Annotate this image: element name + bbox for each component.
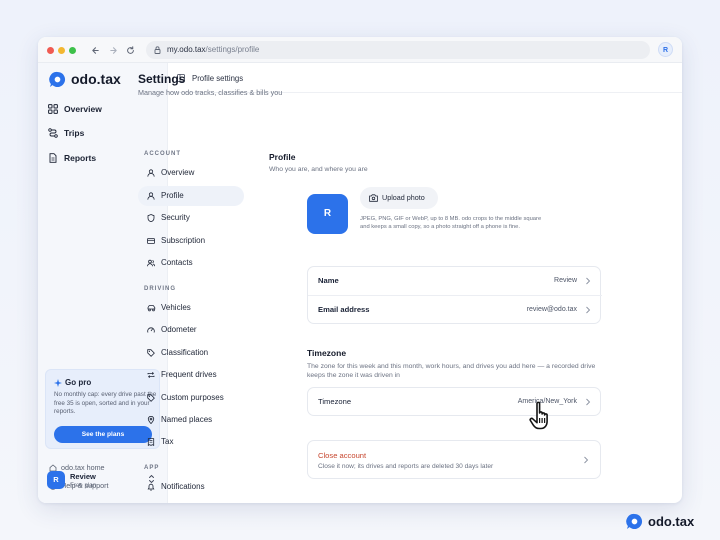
timezone-section-subtitle: The zone for this week and this month, w… [307,363,596,379]
browser-profile-avatar[interactable]: R [658,42,673,57]
settings-nav-contacts[interactable]: Contacts [138,253,244,273]
timezone-label: Timezone [318,397,352,406]
profile-section-subtitle: Who you are, and where you are [269,166,368,173]
close-account-subtitle: Close it now; its drives and reports are… [318,463,494,470]
sidebar-item-trips[interactable]: Trips [48,124,84,142]
close-account-card[interactable]: Close account Close it now; its drives a… [307,440,601,479]
name-label: Name [318,276,339,285]
card-icon [147,238,155,244]
settings-nav-tax[interactable]: Tax [138,432,244,452]
browser-chrome: my.odo.tax/settings/profile R [38,37,682,63]
name-row[interactable]: Name Review [308,267,602,295]
sidebar-item-reports[interactable]: Reports [48,149,96,167]
tag-icon [147,349,155,357]
profile-section-title: Profile [269,152,296,162]
lock-icon [154,46,161,54]
settings-nav-notifications[interactable]: Notifications [138,477,244,497]
users-icon [147,259,155,267]
arrow-left-icon[interactable] [91,42,100,60]
route-icon [48,128,58,138]
maximize-window-dot[interactable] [69,47,76,54]
reload-icon[interactable] [126,42,135,60]
document-icon [49,153,57,163]
user-name[interactable]: Review [70,472,96,481]
settings-nav-classification[interactable]: Classification [138,343,244,363]
pin-icon [147,416,155,424]
settings-nav-vehicles[interactable]: Vehicles [138,298,244,318]
chevron-right-icon [586,277,591,285]
settings-nav-overview[interactable]: Overview [138,163,244,183]
sidebar-item-overview[interactable]: Overview [48,100,102,118]
close-account-title: Close account [318,451,367,460]
gauge-icon [147,327,155,333]
sparkle-icon [54,379,62,387]
page-title: Settings [138,72,186,86]
email-label: Email address [318,305,370,314]
arrow-right-icon[interactable] [109,42,118,60]
sidebar-item-label: Reports [64,153,97,163]
page-subtitle: Manage how odo tracks, classifies & bill… [138,88,283,97]
email-row[interactable]: Email address review@odo.tax [308,296,602,324]
settings-section-driving: DRIVING [144,286,177,292]
breadcrumb: Profile settings [192,74,244,83]
settings-nav-security[interactable]: Security [138,208,244,228]
repeat-icon [147,372,155,378]
address-bar[interactable]: my.odo.tax/settings/profile [146,41,650,59]
settings-section-app: APP [144,465,160,471]
settings-nav-odometer[interactable]: Odometer [138,320,244,340]
promo-title: Go pro [54,378,91,388]
upload-hint: JPEG, PNG, GIF or WebP, up to 8 MB. odo … [360,216,542,231]
tag-icon [147,394,155,402]
settings-nav-named-places[interactable]: Named places [138,410,244,430]
odo-logo-icon [49,71,66,88]
url-path: /settings/profile [205,45,260,54]
profile-fields-card: Name Review Email address review@odo.tax [307,266,602,324]
user-plan: Free plan [70,482,97,489]
upload-photo-button[interactable]: Upload photo [360,187,438,209]
chevron-right-icon [586,398,591,406]
shield-icon [147,214,155,222]
settings-section-account: ACCOUNT [144,151,181,157]
sidebar-item-label: Trips [64,128,85,138]
timezone-section-title: Timezone [307,348,347,358]
sidebar-item-label: Overview [64,104,102,114]
chevron-right-icon [584,456,589,464]
profile-avatar[interactable]: R [307,194,348,234]
footer-brand-name: odo.tax [648,514,695,529]
car-icon [147,305,156,312]
settings-nav-subscription[interactable]: Subscription [138,231,244,251]
camera-icon [369,194,378,202]
receipt-icon [147,438,155,446]
email-value: review@odo.tax [526,306,577,313]
name-value: Review [554,277,577,284]
grid-icon [48,104,58,114]
close-window-dot[interactable] [47,47,54,54]
settings-nav-custom-purposes[interactable]: Custom purposes [138,388,244,408]
hand-cursor-icon [529,401,548,430]
bell-icon [147,483,155,491]
brand-name: odo.tax [71,71,121,87]
settings-nav-frequent-drives[interactable]: Frequent drives [138,365,244,385]
settings-nav-profile[interactable]: Profile [138,186,244,206]
user-avatar[interactable]: R [47,471,65,489]
user-icon [147,169,155,177]
chevron-right-icon [586,306,591,314]
url-host: my.odo.tax [167,45,206,54]
minimize-window-dot[interactable] [58,47,65,54]
odo-logo-icon [626,513,643,530]
user-icon [147,192,155,200]
